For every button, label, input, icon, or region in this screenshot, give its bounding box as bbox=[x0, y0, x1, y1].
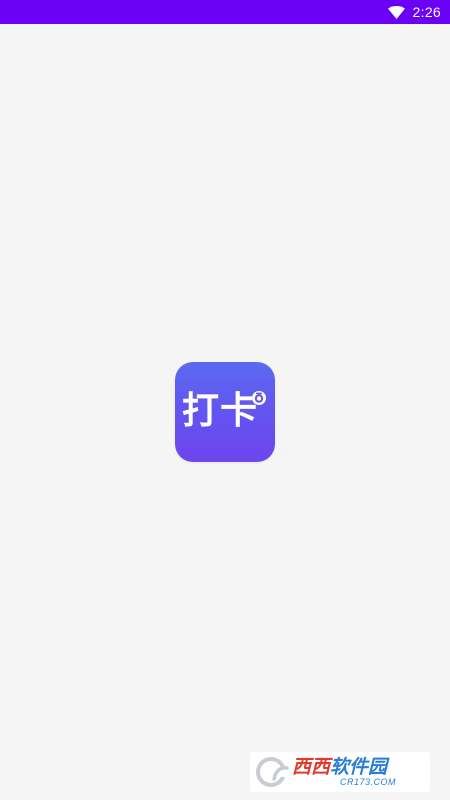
watermark: 西西软件园 CR173.COM bbox=[250, 752, 430, 792]
app-icon: 打卡 bbox=[175, 362, 275, 462]
camera-badge-icon bbox=[252, 391, 266, 405]
watermark-title: 西西软件园 bbox=[292, 755, 396, 778]
watermark-title-red: 西西 bbox=[292, 755, 331, 778]
status-bar: 2:26 bbox=[0, 0, 450, 24]
cr-logo-icon bbox=[256, 757, 289, 787]
splash-screen: 2:26 打卡 西西软件园 CR173.COM bbox=[0, 0, 450, 800]
watermark-text: 西西软件园 CR173.COM bbox=[292, 755, 397, 787]
wifi-icon bbox=[387, 5, 405, 19]
watermark-title-blue: 软件园 bbox=[330, 755, 388, 778]
app-icon-label: 打卡 bbox=[182, 389, 258, 432]
watermark-subtitle: CR173.COM bbox=[340, 776, 397, 787]
status-time: 2:26 bbox=[412, 4, 441, 20]
